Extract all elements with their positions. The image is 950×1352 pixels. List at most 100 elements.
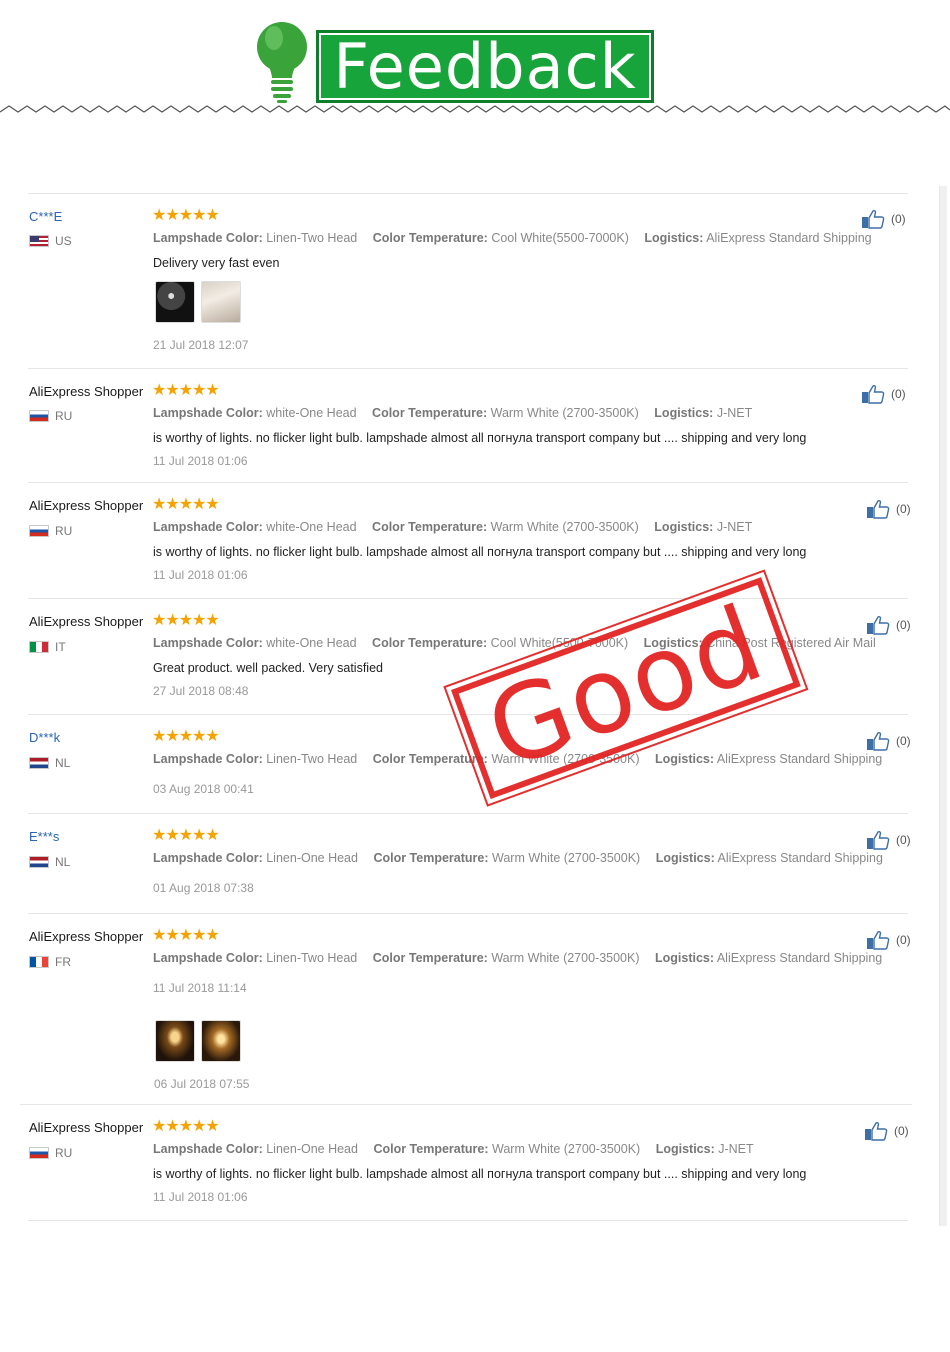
country-code: NL [55, 756, 71, 770]
order-attributes: Lampshade Color: white-One Head Color Te… [153, 636, 876, 650]
thumbs-up-icon [867, 499, 890, 519]
reviewer-name[interactable]: E***s [29, 829, 59, 844]
helpful-count: (0) [896, 933, 911, 947]
rating-stars: ★★★★★ [152, 827, 220, 844]
flag-fr-icon [29, 956, 49, 968]
review-date: 11 Jul 2018 01:06 [153, 568, 248, 582]
order-attributes: Lampshade Color: white-One Head Color Te… [153, 520, 753, 534]
reviewer-name[interactable]: D***k [29, 730, 60, 745]
thumbs-up-icon [862, 209, 885, 229]
reviewer-country: RU [29, 524, 72, 538]
rating-stars: ★★★★★ [152, 496, 220, 513]
zigzag-divider [0, 105, 950, 113]
additional-review-date: 06 Jul 2018 07:55 [154, 1077, 250, 1091]
feedback-header: Feedback [0, 0, 950, 130]
thumbs-up-icon [862, 384, 885, 404]
divider [28, 598, 908, 599]
review-date: 27 Jul 2018 08:48 [153, 684, 249, 698]
helpful-count: (0) [891, 212, 906, 226]
divider [28, 813, 908, 814]
divider [28, 368, 908, 369]
review-date: 11 Jul 2018 01:06 [153, 1190, 248, 1204]
helpful-button[interactable]: (0) [864, 1121, 909, 1141]
helpful-button[interactable]: (0) [866, 930, 911, 950]
review-photo[interactable] [155, 281, 195, 323]
country-code: RU [55, 1146, 73, 1160]
scrollbar[interactable] [939, 186, 947, 1226]
thumbs-up-icon [867, 930, 890, 950]
reviewer-name[interactable]: C***E [29, 209, 62, 224]
reviewer-country: US [29, 234, 72, 248]
flag-us-icon [29, 235, 49, 247]
review-comment: is worthy of lights. no flicker light bu… [153, 545, 807, 559]
country-code: IT [55, 640, 66, 654]
review-photo[interactable] [201, 281, 241, 323]
reviewer-country: NL [29, 756, 70, 770]
flag-ru-icon [29, 410, 49, 422]
divider [20, 1104, 912, 1105]
review-photo[interactable] [201, 1020, 241, 1062]
flag-ru-icon [29, 525, 49, 537]
reviewer-name[interactable]: AliExpress Shopper [29, 614, 143, 629]
reviewer-name[interactable]: AliExpress Shopper [29, 1120, 143, 1135]
rating-stars: ★★★★★ [152, 612, 220, 629]
review-comment: is worthy of lights. no flicker light bu… [153, 1167, 807, 1181]
helpful-count: (0) [896, 833, 911, 847]
helpful-button[interactable]: (0) [866, 615, 911, 635]
helpful-button[interactable]: (0) [866, 499, 911, 519]
helpful-button[interactable]: (0) [861, 209, 906, 229]
divider [28, 482, 908, 483]
rating-stars: ★★★★★ [152, 927, 220, 944]
flag-it-icon [29, 641, 49, 653]
helpful-count: (0) [896, 618, 911, 632]
reviewer-name[interactable]: AliExpress Shopper [29, 929, 143, 944]
review-photos [155, 1020, 241, 1062]
rating-stars: ★★★★★ [152, 728, 220, 745]
rating-stars: ★★★★★ [152, 382, 220, 399]
country-code: FR [55, 955, 71, 969]
order-attributes: Lampshade Color: Linen-One Head Color Te… [153, 1142, 754, 1156]
reviewer-country: IT [29, 640, 66, 654]
review-comment: Great product. well packed. Very satisfi… [153, 661, 383, 675]
flag-nl-icon [29, 757, 49, 769]
country-code: NL [55, 855, 71, 869]
rating-stars: ★★★★★ [152, 207, 220, 224]
review-photos [155, 281, 241, 323]
order-attributes: Lampshade Color: Linen-Two Head Color Te… [153, 752, 883, 766]
thumbs-up-icon [867, 615, 890, 635]
feedback-title: Feedback [316, 30, 654, 103]
review-date: 03 Aug 2018 00:41 [153, 782, 254, 796]
review-comment: is worthy of lights. no flicker light bu… [153, 431, 807, 445]
lightbulb-icon [257, 22, 307, 103]
country-code: RU [55, 524, 73, 538]
helpful-button[interactable]: (0) [866, 731, 911, 751]
review-date: 21 Jul 2018 12:07 [153, 338, 249, 352]
order-attributes: Lampshade Color: Linen-Two Head Color Te… [153, 951, 883, 965]
reviewer-name[interactable]: AliExpress Shopper [29, 384, 143, 399]
flag-nl-icon [29, 856, 49, 868]
helpful-count: (0) [896, 502, 911, 516]
helpful-count: (0) [891, 387, 906, 401]
thumbs-up-icon [867, 830, 890, 850]
divider [28, 714, 908, 715]
review-photo[interactable] [155, 1020, 195, 1062]
order-attributes: Lampshade Color: Linen-Two Head Color Te… [153, 231, 872, 245]
rating-stars: ★★★★★ [152, 1118, 220, 1135]
reviewer-country: RU [29, 1146, 72, 1160]
divider [28, 913, 908, 914]
reviewer-country: FR [29, 955, 71, 969]
thumbs-up-icon [865, 1121, 888, 1141]
reviewer-name[interactable]: AliExpress Shopper [29, 498, 143, 513]
reviewer-country: NL [29, 855, 70, 869]
review-date: 11 Jul 2018 11:14 [153, 981, 247, 995]
review-date: 01 Aug 2018 07:38 [153, 881, 254, 895]
order-attributes: Lampshade Color: white-One Head Color Te… [153, 406, 753, 420]
country-code: RU [55, 409, 73, 423]
helpful-count: (0) [896, 734, 911, 748]
review-comment: Delivery very fast even [153, 256, 280, 270]
divider [28, 1220, 908, 1221]
helpful-button[interactable]: (0) [866, 830, 911, 850]
reviewer-country: RU [29, 409, 72, 423]
helpful-button[interactable]: (0) [861, 384, 906, 404]
country-code: US [55, 234, 72, 248]
